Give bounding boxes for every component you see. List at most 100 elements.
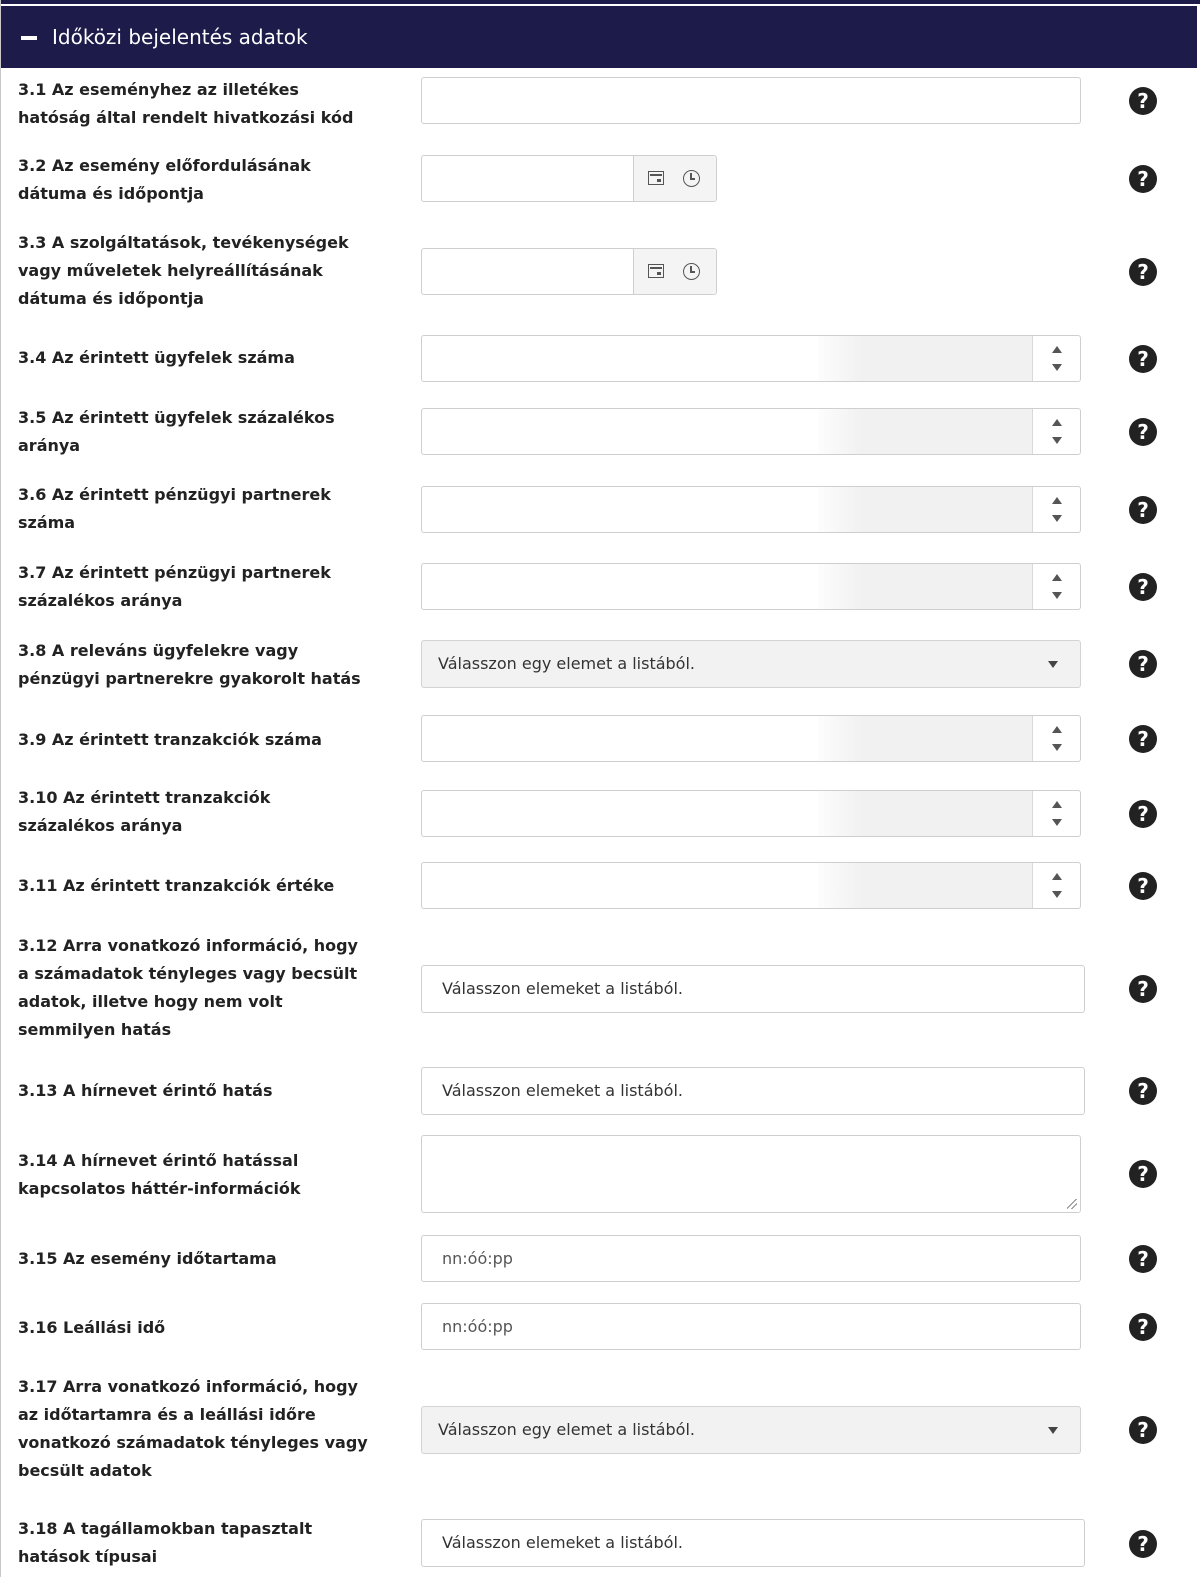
section-title: Időközi bejelentés adatok <box>52 25 308 49</box>
downtime-input[interactable]: nn:óó:pp <box>421 1303 1081 1350</box>
help-icon[interactable]: ? <box>1129 87 1157 115</box>
decrement-arrow-icon[interactable] <box>1052 744 1062 751</box>
help-icon[interactable]: ? <box>1129 1530 1157 1558</box>
decrement-arrow-icon[interactable] <box>1052 592 1062 599</box>
decrement-arrow-icon[interactable] <box>1052 364 1062 371</box>
label-line: 3.15 Az esemény időtartama <box>18 1249 277 1268</box>
decrement-arrow-icon[interactable] <box>1052 819 1062 826</box>
affected-transactions-percent-input[interactable] <box>421 790 1081 837</box>
clock-icon[interactable] <box>683 170 700 187</box>
affected-transactions-count-input[interactable] <box>421 715 1081 762</box>
select-value: Válasszon egy elemet a listából. <box>438 654 695 673</box>
field-label: 3.6 Az érintett pénzügyi partnerek száma <box>18 481 378 537</box>
increment-arrow-icon[interactable] <box>1052 873 1062 880</box>
affected-partners-percent-input[interactable] <box>421 563 1081 610</box>
input-shade <box>818 716 1033 761</box>
resize-handle-icon[interactable] <box>1067 1199 1077 1209</box>
label-line: 3.8 A releváns ügyfelekre vagy <box>18 641 299 660</box>
chevron-down-icon[interactable] <box>1048 661 1058 668</box>
help-icon[interactable]: ? <box>1129 1160 1157 1188</box>
label-line: 3.2 Az esemény előfordulásának <box>18 156 311 175</box>
event-duration-input[interactable]: nn:óó:pp <box>421 1235 1081 1282</box>
select-value: Válasszon egy elemet a listából. <box>438 1420 695 1439</box>
increment-arrow-icon[interactable] <box>1052 726 1062 733</box>
help-icon[interactable]: ? <box>1129 975 1157 1003</box>
input-shade <box>818 791 1033 836</box>
help-icon[interactable]: ? <box>1129 1077 1157 1105</box>
increment-arrow-icon[interactable] <box>1052 574 1062 581</box>
spinner[interactable] <box>1032 409 1080 454</box>
help-icon[interactable]: ? <box>1129 800 1157 828</box>
help-icon[interactable]: ? <box>1129 345 1157 373</box>
decrement-arrow-icon[interactable] <box>1052 437 1062 444</box>
increment-arrow-icon[interactable] <box>1052 497 1062 504</box>
clock-icon[interactable] <box>683 263 700 280</box>
help-icon[interactable]: ? <box>1129 872 1157 900</box>
label-line: 3.1 Az eseményhez az illetékes <box>18 80 299 99</box>
label-line: 3.4 Az érintett ügyfelek száma <box>18 348 295 367</box>
multiselect-placeholder: Válasszon elemeket a listából. <box>442 1533 683 1552</box>
field-label: 3.16 Leállási idő <box>18 1314 378 1342</box>
label-line: 3.11 Az érintett tranzakciók értéke <box>18 876 335 895</box>
field-label: 3.1 Az eseményhez az illetékes hatóság á… <box>18 76 378 132</box>
increment-arrow-icon[interactable] <box>1052 346 1062 353</box>
duration-figures-type-select[interactable]: Válasszon egy elemet a listából. <box>421 1406 1081 1454</box>
reputational-background-textarea[interactable] <box>421 1135 1081 1213</box>
field-label: 3.9 Az érintett tranzakciók száma <box>18 726 378 754</box>
field-label: 3.14 A hírnevet érintő hatással kapcsola… <box>18 1147 378 1203</box>
occurrence-datetime-input[interactable] <box>421 155 717 202</box>
form-panel: Időközi bejelentés adatok 3.1 Az esemény… <box>0 0 1200 1577</box>
affected-transactions-value-input[interactable] <box>421 862 1081 909</box>
help-icon[interactable]: ? <box>1129 1313 1157 1341</box>
member-state-impact-multiselect[interactable]: Válasszon elemeket a listából. <box>421 1519 1085 1567</box>
help-icon[interactable]: ? <box>1129 1416 1157 1444</box>
field-label: 3.15 Az esemény időtartama <box>18 1245 378 1273</box>
help-icon[interactable]: ? <box>1129 650 1157 678</box>
field-label: 3.18 A tagállamokban tapasztalt hatások … <box>18 1515 378 1571</box>
spinner[interactable] <box>1032 863 1080 908</box>
affected-clients-percent-input[interactable] <box>421 408 1081 455</box>
increment-arrow-icon[interactable] <box>1052 801 1062 808</box>
label-line: vonatkozó számadatok tényleges vagy <box>18 1433 368 1452</box>
label-line: aránya <box>18 436 81 455</box>
affected-clients-count-input[interactable] <box>421 335 1081 382</box>
help-icon[interactable]: ? <box>1129 1245 1157 1273</box>
spinner[interactable] <box>1032 716 1080 761</box>
header-top-border <box>1 0 1200 4</box>
label-line: adatok, illetve hogy nem volt <box>18 992 283 1011</box>
label-line: százalékos aránya <box>18 591 183 610</box>
decrement-arrow-icon[interactable] <box>1052 891 1062 898</box>
help-icon[interactable]: ? <box>1129 573 1157 601</box>
label-line: 3.14 A hírnevet érintő hatással <box>18 1151 299 1170</box>
section-header[interactable]: Időközi bejelentés adatok <box>1 6 1197 68</box>
spinner[interactable] <box>1032 791 1080 836</box>
increment-arrow-icon[interactable] <box>1052 419 1062 426</box>
spinner[interactable] <box>1032 487 1080 532</box>
spinner[interactable] <box>1032 336 1080 381</box>
reputational-impact-multiselect[interactable]: Válasszon elemeket a listából. <box>421 1067 1085 1115</box>
help-icon[interactable]: ? <box>1129 496 1157 524</box>
chevron-down-icon[interactable] <box>1048 1427 1058 1434</box>
impact-on-clients-select[interactable]: Válasszon egy elemet a listából. <box>421 640 1081 688</box>
restoration-datetime-input[interactable] <box>421 248 717 295</box>
collapse-icon[interactable] <box>21 36 37 40</box>
decrement-arrow-icon[interactable] <box>1052 515 1062 522</box>
spinner[interactable] <box>1032 564 1080 609</box>
multiselect-placeholder: Válasszon elemeket a listából. <box>442 1081 683 1100</box>
help-icon[interactable]: ? <box>1129 165 1157 193</box>
calendar-icon[interactable] <box>648 171 664 185</box>
help-icon[interactable]: ? <box>1129 725 1157 753</box>
field-label: 3.5 Az érintett ügyfelek százalékos arán… <box>18 404 378 460</box>
datetime-addon <box>633 156 716 201</box>
affected-partners-count-input[interactable] <box>421 486 1081 533</box>
reference-code-input[interactable] <box>421 77 1081 124</box>
input-shade <box>818 336 1033 381</box>
label-line: 3.16 Leállási idő <box>18 1318 166 1337</box>
label-line: 3.13 A hírnevet érintő hatás <box>18 1081 273 1100</box>
calendar-icon[interactable] <box>648 264 664 278</box>
figures-type-multiselect[interactable]: Válasszon elemeket a listából. <box>421 965 1085 1013</box>
label-line: a számadatok tényleges vagy becsült <box>18 964 358 983</box>
help-icon[interactable]: ? <box>1129 418 1157 446</box>
help-icon[interactable]: ? <box>1129 258 1157 286</box>
label-line: 3.6 Az érintett pénzügyi partnerek <box>18 485 331 504</box>
